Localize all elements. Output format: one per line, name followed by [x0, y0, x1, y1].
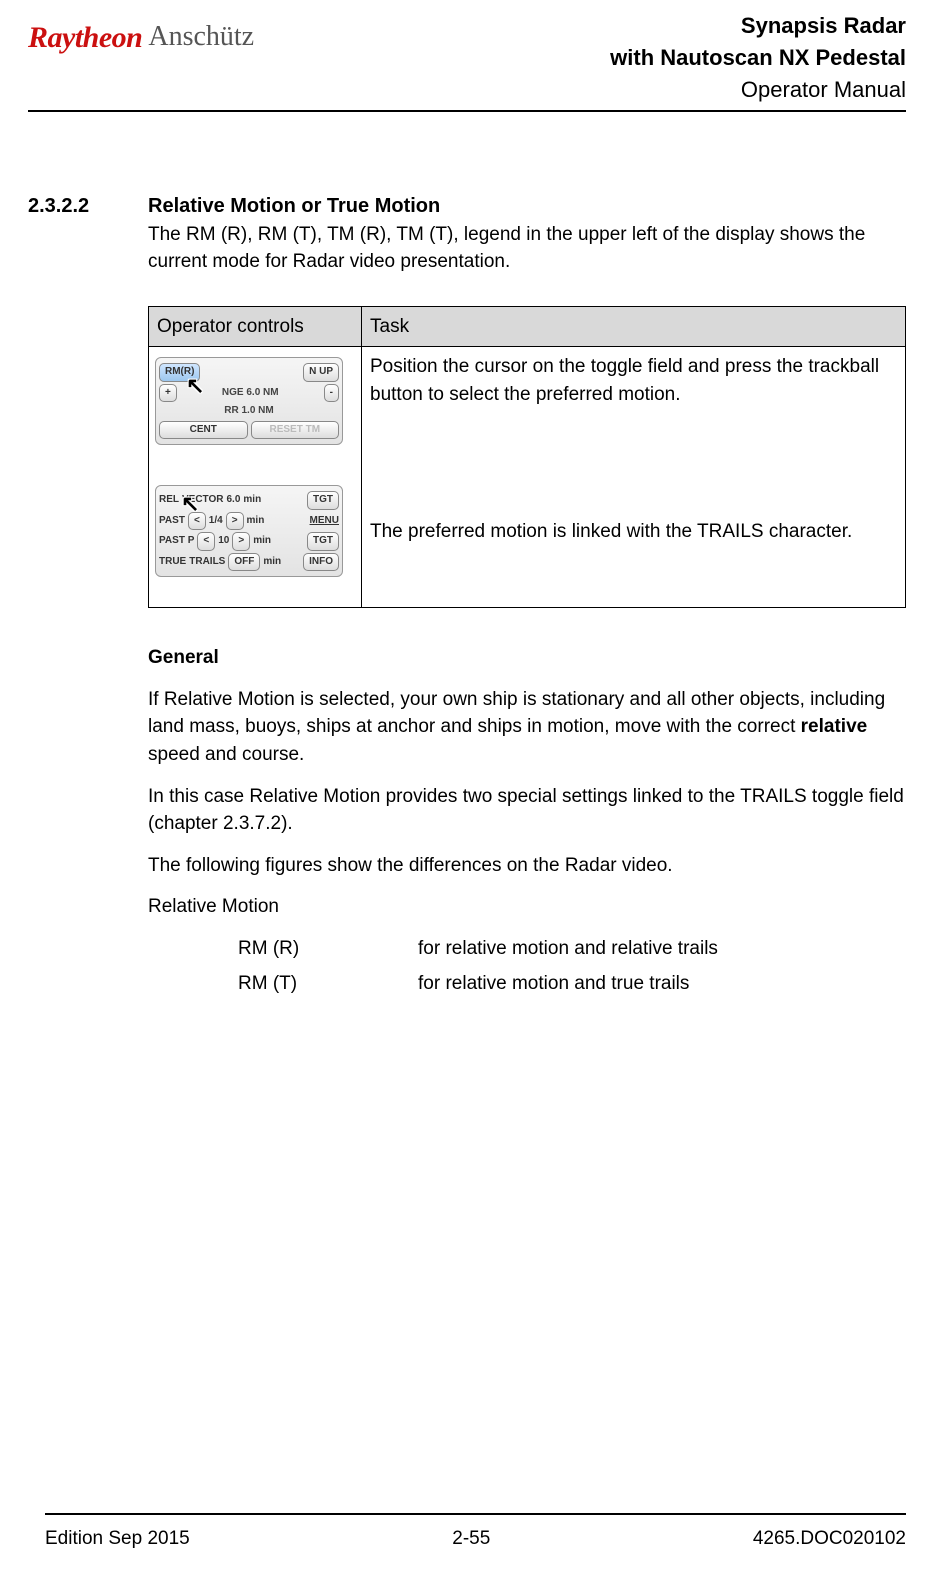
- logo-brand-raytheon: Raytheon: [28, 16, 142, 60]
- min-label: min: [243, 493, 261, 508]
- def-row: RM (R) for relative motion and relative …: [238, 935, 906, 963]
- rr-label: RR 1.0 NM: [159, 404, 339, 419]
- general-heading: General: [148, 644, 906, 672]
- min-label: min: [253, 534, 271, 549]
- past-label: PAST: [159, 514, 185, 529]
- th-controls: Operator controls: [149, 306, 362, 347]
- p1-part-a: If Relative Motion is selected, your own…: [148, 689, 885, 738]
- range-label: NGE 6.0 NM: [180, 386, 321, 401]
- def-desc: for relative motion and relative trails: [418, 935, 718, 963]
- doc-title-line1: Synapsis Radar: [610, 10, 906, 42]
- motion-toggle-panel[interactable]: ↖ RM(R) N UP + NGE 6.0 NM - R: [155, 357, 343, 445]
- vector-value: 6.0: [227, 493, 241, 508]
- reset-tm-button[interactable]: RESET TM: [251, 421, 340, 440]
- def-term: RM (R): [238, 935, 418, 963]
- decr-button[interactable]: <: [188, 512, 206, 531]
- doc-title-line2: with Nautoscan NX Pedestal: [610, 42, 906, 74]
- trails-panel[interactable]: ↖ REL VECTOR 6.0 min TGT PAST <: [155, 485, 343, 577]
- general-p3: The following figures show the differenc…: [148, 852, 906, 880]
- logo: Raytheon Anschütz: [28, 10, 254, 60]
- controls-cell: ↖ RM(R) N UP + NGE 6.0 NM - R: [149, 347, 362, 608]
- definitions: RM (R) for relative motion and relative …: [238, 935, 906, 998]
- table-header-row: Operator controls Task: [149, 306, 906, 347]
- section-number: 2.3.2.2: [28, 192, 148, 221]
- pastp-value: 10: [218, 534, 229, 549]
- nup-button[interactable]: N UP: [303, 363, 339, 382]
- task-text-2: The preferred motion is linked with the …: [370, 518, 897, 546]
- rel-label: REL: [159, 493, 179, 508]
- general-p2: In this case Relative Motion provides tw…: [148, 783, 906, 838]
- section-intro: The RM (R), RM (T), TM (R), TM (T), lege…: [148, 221, 906, 276]
- document-titles: Synapsis Radar with Nautoscan NX Pedesta…: [610, 10, 906, 106]
- footer-edition: Edition Sep 2015: [45, 1525, 190, 1553]
- decr-button[interactable]: <: [197, 532, 215, 551]
- info-button[interactable]: INFO: [303, 553, 339, 572]
- p1-bold: relative: [801, 716, 868, 737]
- cent-button[interactable]: CENT: [159, 421, 248, 440]
- operator-table: Operator controls Task ↖ RM(R) N UP: [148, 306, 906, 609]
- rm-toggle-button[interactable]: RM(R): [159, 363, 200, 382]
- min-label: min: [247, 514, 265, 529]
- true-label: TRUE: [159, 555, 186, 570]
- min-label: min: [263, 555, 281, 570]
- doc-title-line3: Operator Manual: [610, 74, 906, 106]
- incr-button[interactable]: >: [226, 512, 244, 531]
- def-row: RM (T) for relative motion and true trai…: [238, 970, 906, 998]
- footer-page: 2-55: [452, 1525, 490, 1553]
- vector-label: VECTOR: [182, 493, 224, 508]
- p1-part-c: speed and course.: [148, 744, 304, 765]
- section-heading-row: 2.3.2.2 Relative Motion or True Motion T…: [28, 192, 906, 276]
- incr-button[interactable]: >: [232, 532, 250, 551]
- range-plus-button[interactable]: +: [159, 384, 177, 403]
- task-text-1: Position the cursor on the toggle field …: [370, 353, 897, 408]
- tgt-button[interactable]: TGT: [307, 491, 339, 510]
- def-term: RM (T): [238, 970, 418, 998]
- trails-off-button[interactable]: OFF: [228, 553, 260, 572]
- task-cell: Position the cursor on the toggle field …: [362, 347, 906, 608]
- menu-label: MENU: [310, 514, 339, 529]
- general-p1: If Relative Motion is selected, your own…: [148, 686, 906, 769]
- table-row: ↖ RM(R) N UP + NGE 6.0 NM - R: [149, 347, 906, 608]
- page-footer: Edition Sep 2015 2-55 4265.DOC020102: [45, 1513, 906, 1553]
- logo-brand-anschutz: Anschütz: [148, 17, 254, 58]
- th-task: Task: [362, 306, 906, 347]
- tgt-button[interactable]: TGT: [307, 532, 339, 551]
- pastp-label: PAST P: [159, 534, 194, 549]
- page-header: Raytheon Anschütz Synapsis Radar with Na…: [28, 10, 906, 112]
- section-title: Relative Motion or True Motion: [148, 192, 906, 221]
- def-desc: for relative motion and true trails: [418, 970, 689, 998]
- general-p4: Relative Motion: [148, 893, 906, 921]
- trails-label: TRAILS: [189, 555, 225, 570]
- footer-doc-number: 4265.DOC020102: [753, 1525, 906, 1553]
- past-value: 1/4: [209, 514, 223, 529]
- range-minus-button[interactable]: -: [324, 384, 339, 403]
